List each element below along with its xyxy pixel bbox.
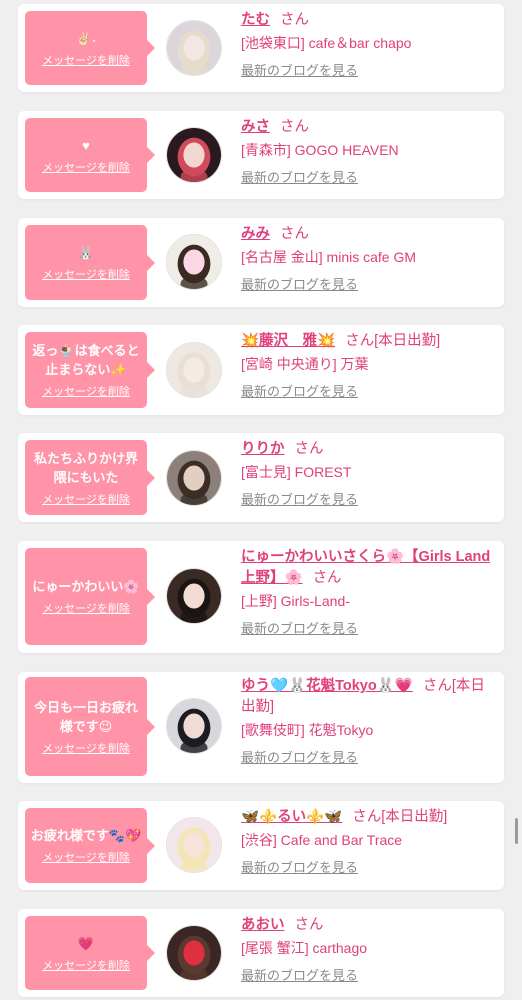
- avatar[interactable]: [166, 20, 222, 76]
- cast-name-link[interactable]: みさ: [241, 119, 270, 135]
- avatar[interactable]: [166, 450, 222, 506]
- cast-info: みさ さん [青森市] GOGO HEAVEN 最新のブログを見る: [241, 117, 498, 187]
- name-line: みみ さん: [241, 224, 498, 245]
- message-bubble: ♥ メッセージを削除: [25, 118, 155, 192]
- cast-info: 🦋⚜️るい⚜️🦋 さん[本日出勤] [渋谷] Cafe and Bar Trace 最…: [241, 807, 498, 877]
- honorific: さん: [280, 119, 309, 135]
- message-card: にゅーかわいい🌸 メッセージを削除 にゅーかわいいさくら🌸【Girls Land 上…: [18, 541, 504, 653]
- cast-info: 💥藤沢 雅💥 さん[本日出勤] [宮崎 中央通り] 万葉 最新のブログを見る: [241, 331, 498, 401]
- name-line: たむ さん: [241, 10, 498, 31]
- shop-name: [上野] Girls-Land-: [241, 593, 350, 609]
- name-line: りりか さん: [241, 439, 498, 460]
- latest-blog-link[interactable]: 最新のブログを見る: [241, 859, 358, 877]
- cast-info: りりか さん [富士見] FOREST 最新のブログを見る: [241, 439, 498, 509]
- delete-message-link[interactable]: メッセージを削除: [42, 385, 130, 399]
- message-card: 私たちふりかけ界隈にもいたメッセージを削除 りりか さん [富士見] FOREST 最新…: [18, 433, 504, 522]
- delete-message-link[interactable]: メッセージを削除: [42, 851, 130, 865]
- avatar[interactable]: [166, 342, 222, 398]
- cast-info: あおい さん [尾張 蟹江] carthago 最新のブログを見る: [241, 915, 498, 985]
- name-line: にゅーかわいいさくら🌸【Girls Land 上野】🌸 さん: [241, 547, 498, 589]
- message-bubble: 🐰 メッセージを削除: [25, 225, 155, 300]
- message-card: 今日も一日お疲れ様です😉 メッセージを削除 ゆう🩵🐰花魁Tokyo🐰💗 さん[本日出勤…: [18, 672, 504, 783]
- message-text: 返っ🍨は食べると止まらない✨: [32, 343, 140, 377]
- latest-blog-link[interactable]: 最新のブログを見る: [241, 620, 358, 638]
- delete-message-link[interactable]: メッセージを削除: [42, 742, 130, 756]
- latest-blog-link[interactable]: 最新のブログを見る: [241, 967, 358, 985]
- delete-message-link[interactable]: メッセージを削除: [42, 493, 130, 507]
- message-text: 🐰: [77, 245, 95, 260]
- honorific: さん: [312, 570, 342, 586]
- shop-name: [青森市] GOGO HEAVEN: [241, 142, 399, 158]
- shop-name: [渋谷] Cafe and Bar Trace: [241, 832, 403, 848]
- cast-name-link[interactable]: 🦋⚜️るい⚜️🦋: [241, 809, 342, 825]
- cast-info: たむ さん [池袋東口] cafe＆bar chapo 最新のブログを見る: [241, 10, 498, 80]
- message-text: 私たちふりかけ界隈にもいた: [33, 450, 138, 485]
- avatar[interactable]: [166, 698, 222, 754]
- message-bubble: 💗 メッセージを削除: [25, 916, 155, 990]
- message-text: 今日も一日お疲れ様です😉: [33, 699, 138, 734]
- honorific: さん[本日出勤]: [352, 809, 448, 825]
- cast-name-link[interactable]: たむ: [241, 12, 270, 28]
- cast-info: みみ さん [名古屋 金山] minis cafe GM 最新のブログを見る: [241, 224, 498, 294]
- message-bubble: 今日も一日お疲れ様です😉 メッセージを削除: [25, 677, 155, 776]
- delete-message-link[interactable]: メッセージを削除: [42, 161, 130, 175]
- message-text: にゅーかわいい🌸: [32, 579, 140, 594]
- message-card: お疲れ様です🐾💖 メッセージを削除 🦋⚜️るい⚜️🦋 さん[本日出勤] [渋谷] Caf…: [18, 801, 504, 890]
- cast-name-link[interactable]: 💥藤沢 雅💥: [241, 333, 335, 349]
- message-text: 💗: [77, 935, 95, 951]
- message-text: お疲れ様です🐾💖: [30, 828, 142, 843]
- avatar[interactable]: [166, 568, 222, 624]
- latest-blog-link[interactable]: 最新のブログを見る: [241, 749, 358, 767]
- message-card: 💗 メッセージを削除 あおい さん [尾張 蟹江] carthago 最新のブログを見る: [18, 909, 504, 997]
- latest-blog-link[interactable]: 最新のブログを見る: [241, 383, 358, 401]
- message-card: ✌🏻˖ メッセージを削除 たむ さん [池袋東口] cafe＆bar chapo 最新のブ…: [18, 4, 504, 92]
- avatar[interactable]: [166, 817, 222, 873]
- name-line: あおい さん: [241, 915, 498, 936]
- message-bubble: ✌🏻˖ メッセージを削除: [25, 11, 155, 85]
- cast-info: ゆう🩵🐰花魁Tokyo🐰💗 さん[本日出勤] [歌舞伎町] 花魁Tokyo 最新のブロ…: [241, 676, 498, 767]
- shop-name: [歌舞伎町] 花魁Tokyo: [241, 722, 374, 738]
- shop-name: [宮崎 中央通り] 万葉: [241, 356, 369, 372]
- message-text: ♥: [82, 137, 90, 153]
- name-line: みさ さん: [241, 117, 498, 138]
- avatar[interactable]: [166, 925, 222, 981]
- cast-name-link[interactable]: りりか: [241, 441, 285, 457]
- latest-blog-link[interactable]: 最新のブログを見る: [241, 62, 358, 80]
- latest-blog-link[interactable]: 最新のブログを見る: [241, 276, 358, 294]
- delete-message-link[interactable]: メッセージを削除: [42, 959, 130, 973]
- shop-name: [名古屋 金山] minis cafe GM: [241, 249, 417, 265]
- honorific: さん: [280, 12, 309, 28]
- latest-blog-link[interactable]: 最新のブログを見る: [241, 169, 358, 187]
- cast-name-link[interactable]: にゅーかわいいさくら🌸【Girls Land 上野】🌸: [241, 549, 490, 586]
- cast-name-link[interactable]: あおい: [241, 917, 285, 933]
- delete-message-link[interactable]: メッセージを削除: [42, 602, 130, 616]
- message-card: ♥ メッセージを削除 みさ さん [青森市] GOGO HEAVEN 最新のブログを見る: [18, 111, 504, 199]
- avatar[interactable]: [166, 127, 222, 183]
- name-line: 💥藤沢 雅💥 さん[本日出勤]: [241, 331, 498, 352]
- name-line: 🦋⚜️るい⚜️🦋 さん[本日出勤]: [241, 807, 498, 828]
- shop-name: [尾張 蟹江] carthago: [241, 940, 368, 956]
- shop-name: [池袋東口] cafe＆bar chapo: [241, 35, 412, 51]
- cast-info: にゅーかわいいさくら🌸【Girls Land 上野】🌸 さん [上野] Girls-…: [241, 547, 498, 638]
- avatar[interactable]: [166, 234, 222, 290]
- honorific: さん[本日出勤]: [345, 333, 441, 349]
- honorific: さん: [280, 226, 309, 242]
- scrollbar[interactable]: [515, 818, 518, 844]
- honorific: さん: [294, 917, 324, 933]
- name-line: ゆう🩵🐰花魁Tokyo🐰💗 さん[本日出勤]: [241, 676, 498, 718]
- message-card: 返っ🍨は食べると止まらない✨ メッセージを削除 💥藤沢 雅💥 さん[本日出勤] [宮崎 …: [18, 325, 504, 415]
- delete-message-link[interactable]: メッセージを削除: [42, 268, 130, 282]
- cast-name-link[interactable]: みみ: [241, 226, 270, 242]
- message-card: 🐰 メッセージを削除 みみ さん [名古屋 金山] minis cafe GM 最新のブロ…: [18, 218, 504, 307]
- message-bubble: 私たちふりかけ界隈にもいたメッセージを削除: [25, 440, 155, 515]
- delete-message-link[interactable]: メッセージを削除: [42, 54, 130, 68]
- honorific: さん: [294, 441, 324, 457]
- message-bubble: にゅーかわいい🌸 メッセージを削除: [25, 548, 155, 645]
- message-text: ✌🏻˖: [75, 30, 97, 46]
- message-bubble: お疲れ様です🐾💖 メッセージを削除: [25, 808, 155, 883]
- latest-blog-link[interactable]: 最新のブログを見る: [241, 491, 358, 509]
- message-bubble: 返っ🍨は食べると止まらない✨ メッセージを削除: [25, 332, 155, 408]
- shop-name: [富士見] FOREST: [241, 464, 352, 480]
- cast-name-link[interactable]: ゆう🩵🐰花魁Tokyo🐰💗: [241, 678, 413, 694]
